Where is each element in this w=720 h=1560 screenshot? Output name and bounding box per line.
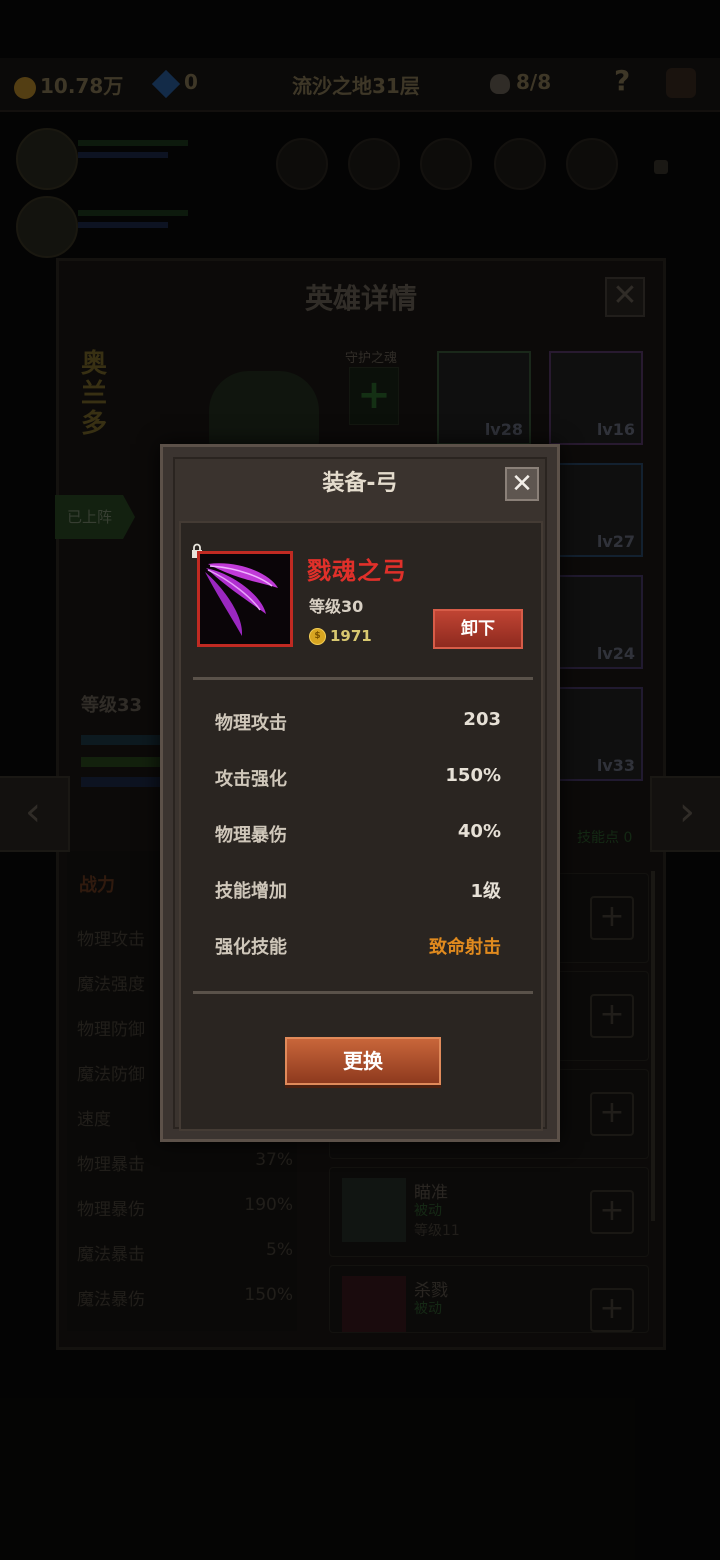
attr-label: 攻击强化 bbox=[215, 769, 287, 790]
equipment-modal: 装备-弓 ✕ 戮魂之弓 等级30 $1971 卸下 物理攻击 203 攻击强化 … bbox=[160, 444, 560, 1142]
skill-card-slaughter: 杀戮 被动 + bbox=[329, 1265, 649, 1333]
gold-coin-icon: $ bbox=[309, 628, 326, 645]
party-hp-bar bbox=[78, 210, 188, 216]
attr-label: 物理攻击 bbox=[215, 713, 287, 734]
equipment-slot-helmet[interactable]: lv28 bbox=[437, 351, 531, 445]
hero-portrait bbox=[209, 371, 319, 451]
skill-level: 等级11 bbox=[414, 1223, 460, 1239]
skill-type: 被动 bbox=[414, 1301, 442, 1317]
equipment-slot-armor[interactable]: lv27 bbox=[549, 463, 643, 557]
attr-label: 强化技能 bbox=[215, 937, 287, 958]
gold-counter: 10.78万 bbox=[14, 70, 123, 99]
unequip-button[interactable]: 卸下 bbox=[433, 609, 523, 649]
stat-row: 物理暴击 37% bbox=[77, 1150, 293, 1175]
deployed-badge: 已上阵 bbox=[55, 495, 135, 539]
attr-row-physical-attack: 物理攻击 203 bbox=[215, 709, 501, 735]
skill-points: 技能点 0 bbox=[577, 830, 633, 846]
settings-icon[interactable] bbox=[666, 68, 696, 98]
skill-upgrade-button[interactable]: + bbox=[590, 1092, 634, 1136]
party-hp-bar bbox=[78, 140, 188, 146]
stat-row: 物理暴伤 190% bbox=[77, 1195, 293, 1220]
hp-bar bbox=[81, 757, 161, 767]
skill-slot[interactable] bbox=[348, 138, 400, 190]
skill-upgrade-button[interactable]: + bbox=[590, 994, 634, 1038]
prev-hero-button[interactable]: ‹ bbox=[0, 776, 70, 852]
gem-counter: 0 bbox=[151, 69, 198, 98]
hero-name: 奥兰多 bbox=[81, 349, 108, 439]
attr-row-skill-bonus: 技能增加 1级 bbox=[215, 877, 501, 903]
change-equipment-button[interactable]: 更换 bbox=[285, 1037, 441, 1085]
skill-upgrade-button[interactable]: + bbox=[590, 1190, 634, 1234]
hero-level: 等级33 bbox=[81, 695, 143, 716]
skill-upgrade-button[interactable]: + bbox=[590, 1288, 634, 1332]
attr-value: 40% bbox=[457, 821, 501, 842]
guard-soul-label: 守护之魂 bbox=[345, 351, 398, 366]
slaughter-skill-icon bbox=[342, 1276, 406, 1332]
price-value: 1971 bbox=[330, 627, 372, 645]
attr-row-attack-boost: 攻击强化 150% bbox=[215, 765, 501, 791]
party-avatar[interactable] bbox=[16, 196, 78, 258]
gold-coin-icon bbox=[14, 76, 36, 99]
enhanced-skill-link[interactable]: 致命射击 bbox=[429, 933, 501, 959]
stat-row: 魔法暴击 5% bbox=[77, 1240, 293, 1265]
guard-soul-add-button[interactable]: + bbox=[349, 367, 399, 425]
attr-value: 150% bbox=[445, 765, 501, 786]
attr-row-enhanced-skill: 强化技能 致命射击 bbox=[215, 933, 501, 959]
top-bar: 10.78万 0 流沙之地31层 8/8 ? bbox=[0, 58, 720, 112]
attr-label: 技能增加 bbox=[215, 881, 287, 902]
skills-scrollbar[interactable] bbox=[651, 871, 655, 1221]
equipment-slot-necklace[interactable]: lv16 bbox=[549, 351, 643, 445]
skill-slot[interactable] bbox=[276, 138, 328, 190]
skill-slot[interactable] bbox=[494, 138, 546, 190]
mp-bar bbox=[81, 777, 161, 787]
item-icon-frame bbox=[197, 551, 293, 647]
attr-value: 1级 bbox=[470, 881, 501, 902]
divider-top bbox=[193, 677, 533, 680]
item-name: 戮魂之弓 bbox=[307, 557, 407, 585]
skull-icon bbox=[490, 73, 510, 94]
skill-upgrade-button[interactable]: + bbox=[590, 896, 634, 940]
modal-close-button[interactable]: ✕ bbox=[505, 467, 539, 501]
lock-icon bbox=[654, 160, 668, 174]
skill-slot[interactable] bbox=[420, 138, 472, 190]
attr-label: 物理暴伤 bbox=[215, 825, 287, 846]
divider-bottom bbox=[193, 991, 533, 994]
party-avatar[interactable] bbox=[16, 128, 78, 190]
party-mp-bar bbox=[78, 222, 168, 228]
item-price: $1971 bbox=[309, 627, 372, 645]
attr-value: 203 bbox=[463, 709, 501, 730]
skill-type: 被动 bbox=[414, 1203, 442, 1219]
bow-feather-icon bbox=[205, 563, 278, 636]
hero-panel-close-button[interactable]: ✕ bbox=[605, 277, 645, 317]
exp-bar bbox=[81, 735, 161, 745]
stage-label[interactable]: 流沙之地31层 bbox=[292, 70, 420, 99]
gem-icon bbox=[151, 69, 181, 98]
team-counter: 8/8 bbox=[490, 70, 551, 94]
equipment-slot-shield[interactable]: lv33 bbox=[549, 687, 643, 781]
aim-skill-icon bbox=[342, 1178, 406, 1242]
attr-row-crit-damage: 物理暴伤 40% bbox=[215, 821, 501, 847]
party-mp-bar bbox=[78, 152, 168, 158]
stat-row: 魔法暴伤 150% bbox=[77, 1285, 293, 1310]
hero-panel-title: 英雄详情 bbox=[304, 282, 417, 315]
skill-card-aim: 瞄准 被动 等级11 + bbox=[329, 1167, 649, 1257]
equipment-slot-ring[interactable]: lv24 bbox=[549, 575, 643, 669]
stats-header: 战力 bbox=[79, 875, 115, 896]
help-button[interactable]: ? bbox=[614, 64, 630, 97]
modal-title: 装备-弓 bbox=[322, 471, 398, 496]
next-hero-button[interactable]: › bbox=[650, 776, 720, 852]
skill-slot[interactable] bbox=[566, 138, 618, 190]
item-level: 等级30 bbox=[309, 597, 364, 616]
